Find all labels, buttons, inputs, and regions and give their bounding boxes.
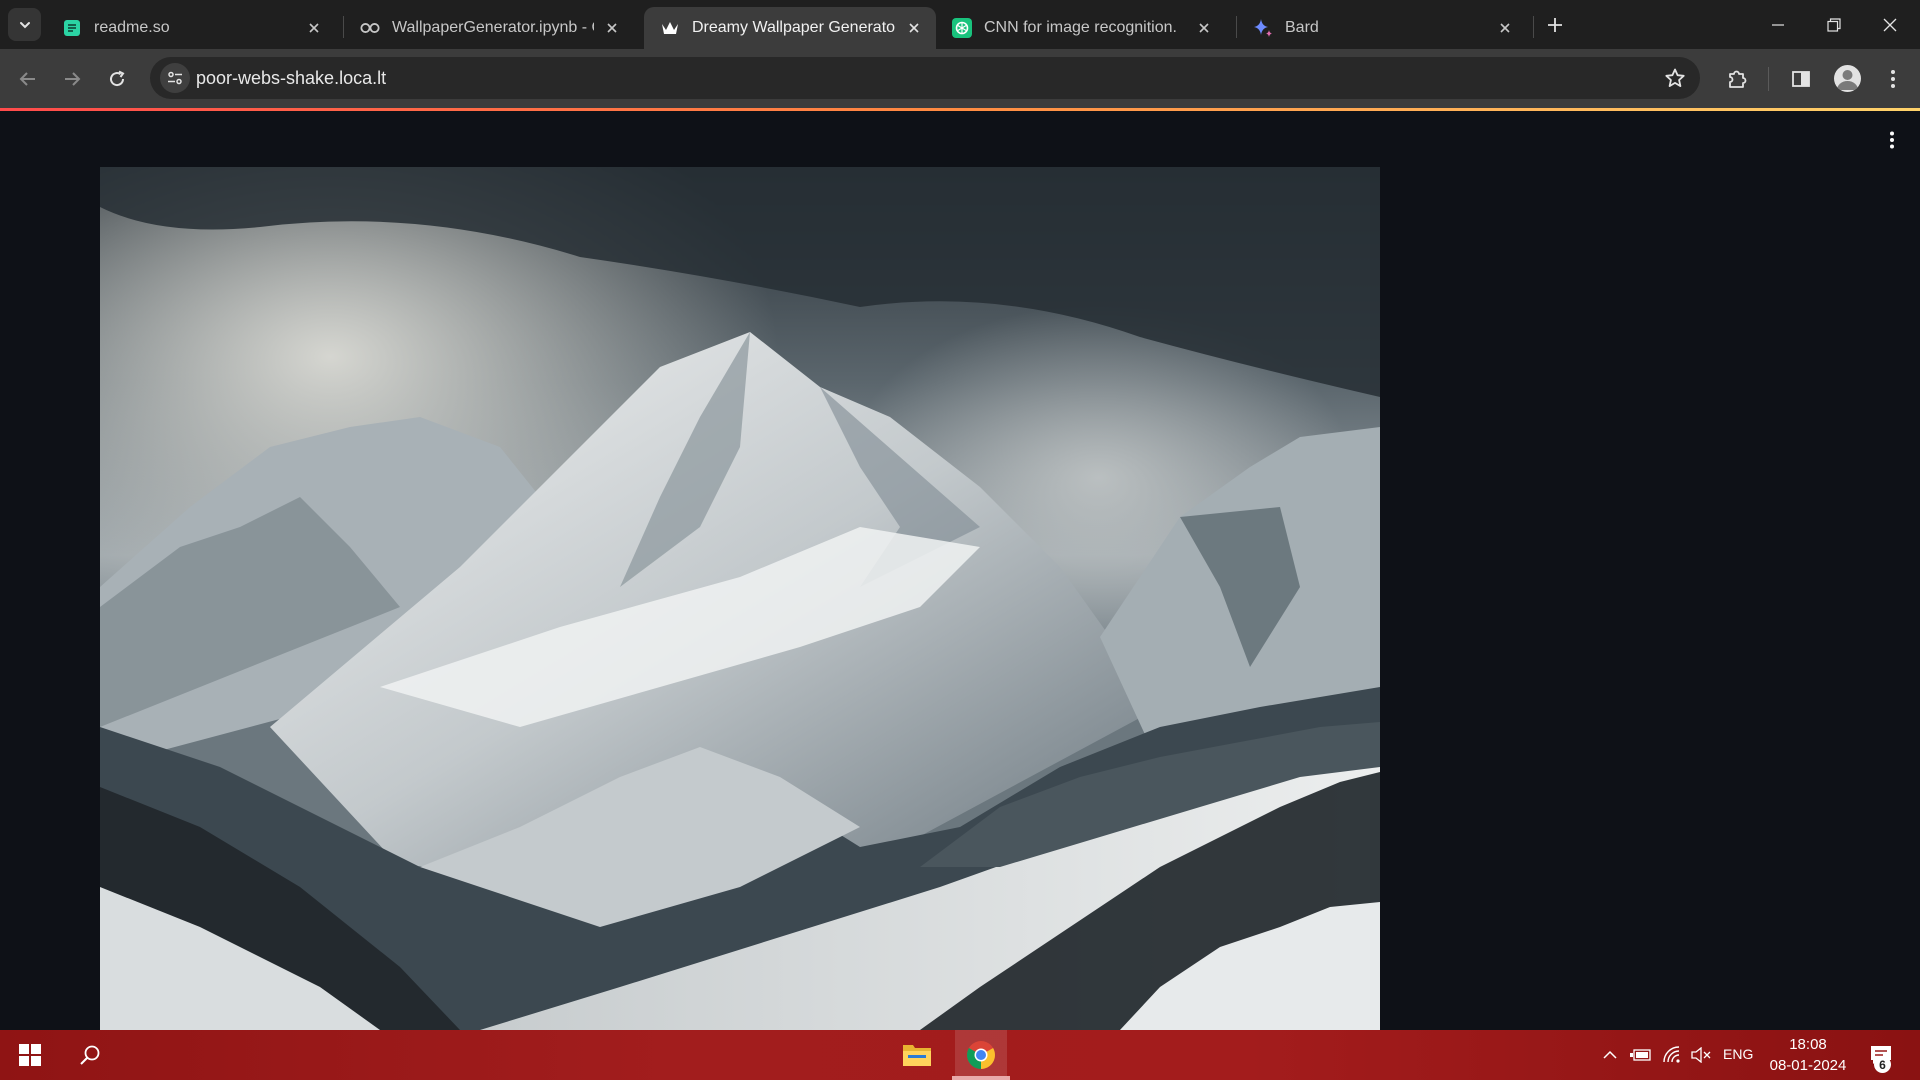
close-icon: [1883, 18, 1897, 32]
battery-icon: [1630, 1048, 1652, 1062]
reload-icon: [107, 69, 127, 89]
file-explorer-button[interactable]: [893, 1030, 941, 1080]
close-window-button[interactable]: [1862, 0, 1918, 49]
browser-toolbar: poor-webs-shake.loca.lt: [0, 49, 1920, 108]
plus-icon: [1547, 17, 1563, 33]
app-menu-button[interactable]: [1880, 128, 1904, 152]
url-text[interactable]: poor-webs-shake.loca.lt: [196, 68, 386, 89]
tab-search-button[interactable]: [8, 8, 41, 41]
bookmark-star-icon[interactable]: [1664, 67, 1686, 89]
tab-colab[interactable]: WallpaperGenerator.ipynb - Col: [344, 7, 634, 49]
readme-icon: [62, 18, 82, 38]
active-app-indicator: [952, 1076, 1010, 1080]
show-hidden-icons-button[interactable]: [1598, 1030, 1622, 1080]
file-explorer-icon: [902, 1042, 932, 1068]
generated-wallpaper-image: [100, 167, 1380, 1030]
tab-title: WallpaperGenerator.ipynb - Col: [392, 19, 594, 36]
tab-title: Bard: [1285, 19, 1319, 36]
arrow-left-icon: [18, 69, 38, 89]
minimize-button[interactable]: [1750, 0, 1806, 49]
tab-bard[interactable]: Bard: [1237, 7, 1527, 49]
reload-button[interactable]: [101, 63, 133, 95]
start-icon: [19, 1044, 41, 1066]
address-bar[interactable]: poor-webs-shake.loca.lt: [150, 57, 1700, 99]
taskbar-search-button[interactable]: [66, 1030, 114, 1080]
minimize-icon: [1771, 18, 1785, 32]
tab-title: CNN for image recognition.: [984, 19, 1177, 36]
bard-sparkle-icon: [1253, 18, 1273, 38]
close-icon[interactable]: [1194, 18, 1214, 38]
back-button[interactable]: [12, 63, 44, 95]
restore-button[interactable]: [1806, 0, 1862, 49]
chrome-icon: [966, 1040, 996, 1070]
site-info-button[interactable]: [160, 63, 190, 93]
more-vertical-icon: [1890, 69, 1896, 89]
side-panel-icon: [1791, 69, 1811, 89]
page-content: [0, 111, 1920, 1030]
profile-avatar[interactable]: [1834, 65, 1861, 92]
puzzle-icon: [1726, 68, 1748, 90]
close-icon[interactable]: [1495, 18, 1515, 38]
close-icon[interactable]: [304, 18, 324, 38]
side-panel-button[interactable]: [1785, 63, 1817, 95]
tab-dreamy-wallpaper-generator[interactable]: Dreamy Wallpaper Generator: [644, 7, 936, 49]
forward-button[interactable]: [56, 63, 88, 95]
colab-icon: [360, 18, 380, 38]
clock-time: 18:08: [1789, 1036, 1827, 1053]
more-vertical-icon: [1889, 131, 1895, 149]
wifi-icon: [1663, 1046, 1683, 1064]
tab-title: readme.so: [94, 19, 170, 36]
clock-date: 08-01-2024: [1769, 1057, 1847, 1074]
chatgpt-icon: [952, 18, 972, 38]
battery-button[interactable]: [1628, 1030, 1654, 1080]
arrow-right-icon: [62, 69, 82, 89]
chevron-up-icon: [1603, 1050, 1617, 1060]
notification-count-badge: 6: [1874, 1056, 1891, 1073]
search-icon: [79, 1044, 101, 1066]
tab-strip: readme.so WallpaperGenerator.ipynb - Col…: [0, 0, 1920, 49]
restore-icon: [1827, 17, 1841, 32]
volume-button[interactable]: [1688, 1030, 1714, 1080]
tab-chatgpt[interactable]: CNN for image recognition.: [936, 7, 1226, 49]
start-button[interactable]: [6, 1030, 54, 1080]
tab-readme[interactable]: readme.so: [46, 7, 336, 49]
clock[interactable]: 18:08 08-01-2024: [1760, 1034, 1856, 1076]
tab-title: Dreamy Wallpaper Generator: [692, 19, 896, 36]
windows-taskbar: ENG 18:08 08-01-2024 6: [0, 1030, 1920, 1080]
new-tab-button[interactable]: [1541, 11, 1569, 39]
close-icon[interactable]: [602, 18, 622, 38]
network-button[interactable]: [1660, 1030, 1686, 1080]
chevron-down-icon: [18, 18, 32, 32]
close-icon[interactable]: [904, 18, 924, 38]
extensions-button[interactable]: [1721, 63, 1753, 95]
browser-menu-button[interactable]: [1877, 63, 1909, 95]
chrome-taskbar-button[interactable]: [955, 1030, 1007, 1080]
volume-muted-icon: [1691, 1047, 1711, 1063]
input-language[interactable]: ENG: [1723, 1046, 1753, 1062]
streamlit-crown-icon: [660, 18, 680, 38]
tune-icon: [167, 70, 183, 86]
